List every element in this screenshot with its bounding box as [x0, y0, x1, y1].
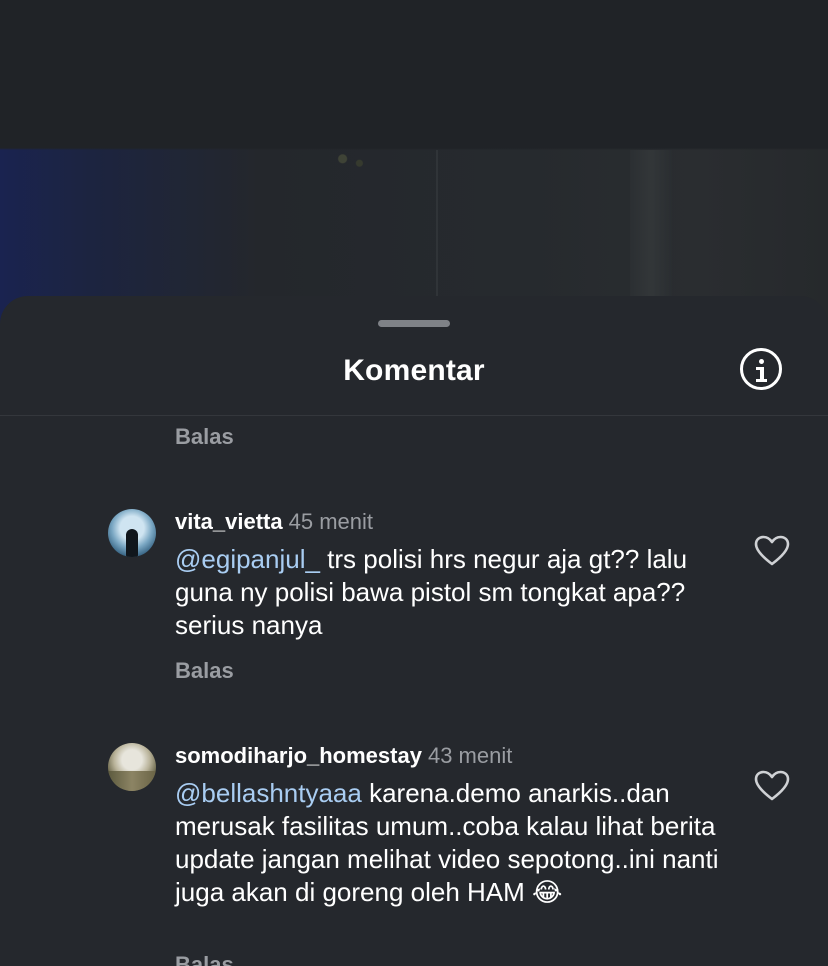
comment-mention[interactable]: @bellashntyaaa: [175, 778, 362, 808]
comment-meta: somodiharjo_homestay 43 menit: [175, 743, 512, 769]
comment-text: @bellashntyaaa karena.demo anarkis..dan …: [175, 777, 735, 909]
heart-icon[interactable]: [754, 535, 790, 567]
comment-meta: vita_vietta 45 menit: [175, 509, 373, 535]
sheet-drag-handle[interactable]: [378, 320, 450, 327]
avatar[interactable]: [108, 743, 156, 791]
header-divider: [0, 415, 828, 416]
sheet-title: Komentar: [343, 354, 485, 387]
comment-mention[interactable]: @egipanjul_: [175, 544, 320, 574]
avatar[interactable]: [108, 509, 156, 557]
reply-link[interactable]: Balas: [175, 658, 234, 684]
comment-username[interactable]: somodiharjo_homestay: [175, 743, 422, 768]
comments-sheet: Komentar Balas vita_vietta 45 menit @egip…: [0, 296, 828, 966]
video-scene-pole: [630, 150, 672, 310]
video-scene-line: [436, 150, 438, 310]
info-icon[interactable]: [740, 348, 782, 390]
video-scene-foliage: [330, 150, 372, 172]
comment-username[interactable]: vita_vietta: [175, 509, 283, 534]
reply-link[interactable]: Balas: [175, 424, 234, 450]
heart-icon[interactable]: [754, 770, 790, 802]
comment-time: 43 menit: [427, 743, 513, 768]
screen: Komentar Balas vita_vietta 45 menit @egip…: [0, 0, 828, 966]
video-background[interactable]: [0, 0, 828, 330]
comment-text: @egipanjul_ trs polisi hrs negur aja gt?…: [175, 543, 735, 642]
comment-time: 45 menit: [288, 509, 374, 534]
reply-link[interactable]: Balas: [175, 952, 234, 966]
